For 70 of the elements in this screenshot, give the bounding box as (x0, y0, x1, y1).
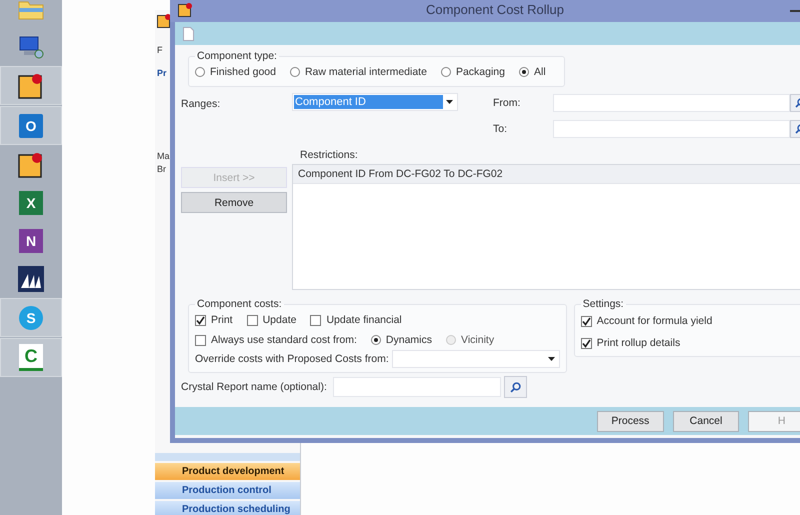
checkbox[interactable] (580, 316, 592, 326)
cut-off-label: Pr (157, 67, 168, 80)
radio-option[interactable]: Packaging (440, 62, 505, 82)
spreadsheet-icon: X (19, 190, 43, 214)
checkbox-option[interactable]: Always use standard cost from: (195, 330, 357, 350)
radio-option[interactable]: All (518, 62, 546, 82)
radio-button[interactable] (195, 67, 205, 77)
dialog-button[interactable]: Cancel (672, 410, 740, 432)
dropdown-arrow-icon (446, 100, 453, 104)
app-icon (18, 72, 44, 98)
app-icon (178, 2, 192, 16)
computer-icon (18, 34, 44, 58)
field-label: Restrictions: (300, 149, 359, 161)
taskbar-item[interactable]: N (0, 222, 62, 259)
c-logo-icon: C (19, 344, 43, 371)
field-label: Ranges: (181, 97, 222, 112)
chat-icon: S (19, 306, 43, 330)
app-icon (18, 152, 44, 178)
nav-item[interactable]: Production control (155, 482, 300, 499)
field-label: Crystal Report name (optional): (181, 381, 327, 393)
cut-off-label: F (157, 44, 164, 57)
side-button[interactable]: Remove (181, 192, 287, 213)
notebook-icon: N (19, 228, 43, 252)
radio-option[interactable]: Raw material intermediate (290, 62, 427, 82)
app-icon (157, 14, 171, 28)
from-field[interactable] (553, 94, 790, 112)
checkbox-option[interactable]: Update financial (310, 310, 402, 330)
checkbox[interactable] (310, 314, 322, 326)
field-label: To: (493, 123, 508, 135)
restrictions-list[interactable]: Component ID From DC-FG02 To DC-FG02 (292, 164, 800, 290)
radio-button[interactable] (290, 67, 300, 77)
nav-item[interactable]: Product development (155, 463, 300, 480)
checkbox-option[interactable]: Account for formula yield (580, 310, 800, 332)
group-label: Component type: (196, 50, 278, 62)
radio-option[interactable]: Dynamics (370, 330, 432, 350)
mail-icon: O (19, 114, 43, 138)
dialog-button[interactable]: Process (597, 410, 664, 432)
radio-option[interactable]: Finished good (195, 62, 276, 82)
checkbox[interactable] (246, 314, 258, 326)
taskbar-item[interactable] (0, 66, 62, 105)
sails-logo-icon (18, 266, 44, 292)
group-label: Settings: (582, 298, 625, 310)
checkbox-option[interactable]: Update (246, 310, 296, 330)
cut-off-label: Br (157, 163, 167, 176)
splitter-grip[interactable] (155, 453, 300, 461)
checkbox-option[interactable]: Print (195, 310, 233, 330)
taskbar-item[interactable]: O (0, 106, 62, 145)
nav-item[interactable]: Production scheduling (155, 501, 300, 515)
taskbar-item[interactable]: X (0, 184, 62, 221)
checkbox[interactable] (580, 338, 592, 348)
window-title: Component Cost Rollup (426, 2, 564, 17)
report-name-field[interactable] (332, 377, 501, 397)
dropdown-arrow-icon (548, 357, 555, 361)
document-icon[interactable] (183, 26, 194, 40)
group-label: Component costs: (196, 298, 283, 310)
to-field[interactable] (553, 120, 790, 138)
radio-button[interactable] (518, 67, 529, 77)
lookup-button[interactable] (504, 376, 527, 398)
taskbar-item[interactable]: C (0, 338, 62, 377)
search-icon (510, 382, 521, 392)
list-item[interactable]: Component ID From DC-FG02 To DC-FG02 (293, 165, 800, 184)
field-label: From: (493, 97, 522, 109)
radio-button[interactable] (370, 335, 381, 345)
checkbox[interactable] (195, 314, 206, 326)
folder-icon (18, 0, 44, 20)
checkbox[interactable] (195, 334, 206, 346)
radio-button[interactable] (440, 67, 451, 77)
checkbox-option[interactable]: Print rollup details (580, 332, 800, 354)
field-label: Override costs with Proposed Costs from: (195, 353, 389, 365)
cut-off-label: Ma (157, 150, 170, 163)
